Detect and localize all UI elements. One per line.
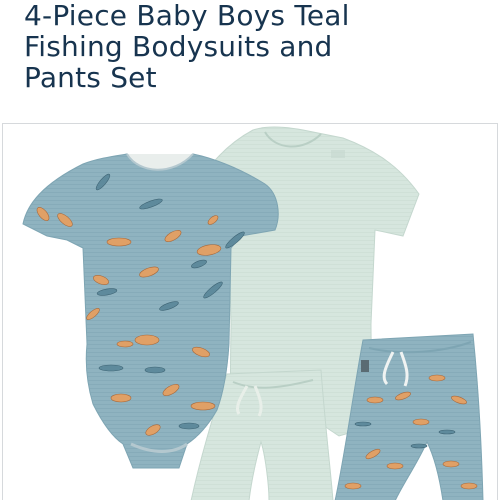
product-title: 4-Piece Baby Boys Teal Fishing Bodysuits… <box>24 0 484 93</box>
product-image[interactable] <box>2 123 498 500</box>
product-title-line-2: Fishing Bodysuits and <box>24 30 333 63</box>
product-image-gallery[interactable] <box>0 123 500 500</box>
product-photo-illustration <box>22 126 484 500</box>
product-title-line-3: Pants Set <box>24 61 157 94</box>
product-title-line-1: 4-Piece Baby Boys Teal <box>24 0 350 32</box>
